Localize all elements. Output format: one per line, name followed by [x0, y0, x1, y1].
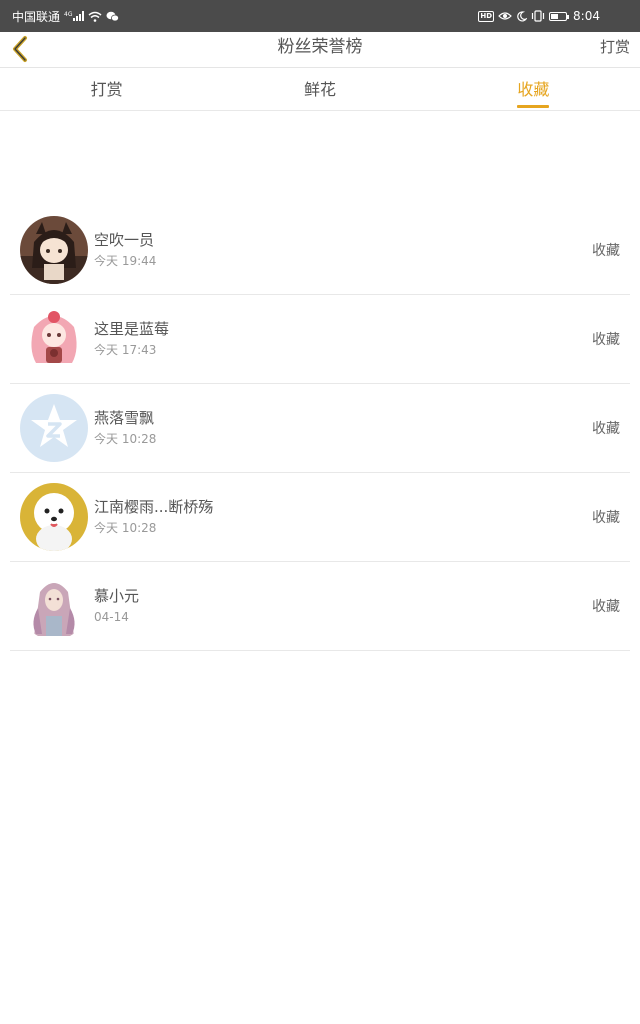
- qq-star-avatar[interactable]: [20, 394, 88, 462]
- tab-bar: 打赏 鲜花 收藏: [0, 68, 640, 111]
- item-info: 空吹一员 今天 19:44: [94, 230, 156, 270]
- favorite-label: 收藏: [592, 510, 620, 526]
- item-info: 慕小元 04-14: [94, 586, 139, 626]
- tab-label: 打赏: [90, 80, 123, 99]
- user-name: 燕落雪飘: [94, 409, 155, 427]
- moon-icon: [516, 10, 528, 22]
- pink-doll-avatar[interactable]: [20, 305, 88, 373]
- user-name: 空吹一员: [94, 231, 155, 249]
- tab-reward[interactable]: 打赏: [0, 68, 213, 110]
- favorite-label: 收藏: [592, 332, 620, 348]
- fan-list: 空吹一员 今天 19:44 收藏 这里是蓝莓 今天 17:43 收藏 燕落雪飘 …: [10, 206, 630, 651]
- anime-girl-avatar[interactable]: [20, 216, 88, 284]
- wechat-icon: [106, 11, 120, 22]
- wifi-icon: [88, 11, 102, 22]
- timestamp: 今天 10:28: [94, 432, 157, 446]
- svg-text:4G: 4G: [64, 11, 73, 18]
- vibrate-icon: [531, 10, 545, 22]
- painted-girl-avatar[interactable]: [20, 572, 88, 640]
- timestamp: 今天 10:28: [94, 521, 157, 535]
- item-info: 这里是蓝莓 今天 17:43: [94, 319, 169, 359]
- timestamp: 今天 19:44: [94, 254, 157, 268]
- tab-label: 鲜花: [303, 80, 336, 99]
- tab-favorites[interactable]: 收藏: [427, 68, 640, 110]
- nav-bar: 粉丝荣誉榜 打赏: [0, 32, 640, 68]
- clock-time: 8:04: [573, 9, 600, 23]
- list-item[interactable]: 慕小元 04-14 收藏: [10, 562, 630, 651]
- item-info: 燕落雪飘 今天 10:28: [94, 408, 156, 448]
- tab-label: 收藏: [517, 80, 550, 99]
- favorite-label: 收藏: [592, 599, 620, 615]
- signal-icon: 4G: [64, 10, 85, 22]
- list-item[interactable]: 江南樱雨...断桥殇 今天 10:28 收藏: [10, 473, 630, 562]
- list-item[interactable]: 空吹一员 今天 19:44 收藏: [10, 206, 630, 295]
- list-item[interactable]: 这里是蓝莓 今天 17:43 收藏: [10, 295, 630, 384]
- item-info: 江南樱雨...断桥殇 今天 10:28: [94, 497, 213, 537]
- favorite-label: 收藏: [592, 421, 620, 437]
- status-bar: 中国联通 4G HD 8:04: [0, 0, 640, 32]
- favorite-label: 收藏: [592, 243, 620, 259]
- battery-icon: [549, 11, 570, 21]
- hd-icon: HD: [478, 10, 495, 22]
- list-item[interactable]: 燕落雪飘 今天 10:28 收藏: [10, 384, 630, 473]
- user-name: 这里是蓝莓: [94, 320, 170, 338]
- eye-comfort-icon: [498, 11, 512, 21]
- carrier-label: 中国联通: [12, 9, 61, 24]
- user-name: 江南樱雨...断桥殇: [94, 498, 214, 516]
- user-name: 慕小元: [94, 587, 140, 605]
- active-tab-indicator: [517, 105, 550, 108]
- reward-button[interactable]: 打赏: [600, 32, 630, 62]
- page-title: 粉丝荣誉榜: [277, 37, 363, 57]
- timestamp: 今天 17:43: [94, 343, 157, 357]
- white-dog-avatar[interactable]: [20, 483, 88, 551]
- timestamp: 04-14: [94, 610, 129, 624]
- tab-flowers[interactable]: 鲜花: [213, 68, 426, 110]
